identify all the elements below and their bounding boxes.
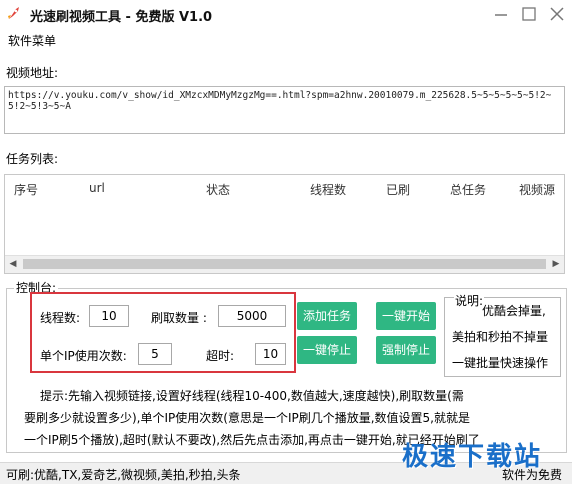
count-input[interactable]: 5000 xyxy=(218,305,286,327)
title-bar: 光速刷视频工具 - 免费版 V1.0 xyxy=(0,0,572,28)
one-click-start-button[interactable]: 一键开始 xyxy=(376,302,436,330)
hint-line-1: 提示:先输入视频链接,设置好线程(线程10-400,数值越大,速度越快),刷取数… xyxy=(40,389,464,403)
timeout-input[interactable]: 10 xyxy=(255,343,286,365)
per-ip-label: 单个IP使用次数: xyxy=(40,349,127,363)
scroll-right-icon[interactable]: ▶ xyxy=(550,258,562,270)
task-list-table[interactable]: 序号 url 状态 线程数 已刷 总任务 视频源 ◀ ▶ xyxy=(4,174,565,274)
watermark-text: 极速下载站 xyxy=(402,442,543,472)
close-icon[interactable] xyxy=(548,6,566,22)
scroll-thumb[interactable] xyxy=(23,259,546,269)
column-header-done[interactable]: 已刷 xyxy=(386,181,410,198)
force-stop-button[interactable]: 强制停止 xyxy=(376,336,436,364)
add-task-button[interactable]: 添加任务 xyxy=(297,302,357,330)
window-title: 光速刷视频工具 - 免费版 V1.0 xyxy=(30,10,213,25)
scroll-left-icon[interactable]: ◀ xyxy=(7,258,19,270)
menu-software[interactable]: 软件菜单 xyxy=(8,32,56,49)
menu-bar: 软件菜单 xyxy=(0,28,572,50)
timeout-label: 超时: xyxy=(206,349,235,363)
task-list-label: 任务列表: xyxy=(6,152,59,166)
per-ip-input[interactable]: 5 xyxy=(138,343,172,365)
threads-input[interactable]: 10 xyxy=(89,305,129,327)
info-legend: 说明: xyxy=(454,292,485,309)
rocket-icon xyxy=(8,7,19,19)
hint-line-2: 要刷多少就设置多少),单个IP使用次数(意思是一个IP刷几个播放量,数值设置5,… xyxy=(24,411,470,425)
info-line-2: 美拍和秒拍不掉量 xyxy=(452,330,549,344)
column-header-url[interactable]: url xyxy=(89,181,105,195)
video-url-label: 视频地址: xyxy=(6,66,59,80)
threads-label: 线程数: xyxy=(40,311,81,325)
horizontal-scrollbar[interactable]: ◀ ▶ xyxy=(5,255,564,273)
supported-platforms: 可刷:优酷,TX,爱奇艺,微视频,美拍,秒拍,头条 xyxy=(6,468,241,482)
column-header-threads[interactable]: 线程数 xyxy=(310,181,346,198)
watermark-logo: 极速下载站 xyxy=(396,434,564,472)
column-header-index[interactable]: 序号 xyxy=(14,181,38,198)
video-url-input[interactable]: https://v.youku.com/v_show/id_XMzcxMDMyM… xyxy=(4,86,565,134)
minimize-icon[interactable] xyxy=(492,6,510,22)
one-click-stop-button[interactable]: 一键停止 xyxy=(297,336,357,364)
info-line-3: 一键批量快速操作 xyxy=(452,356,549,370)
column-header-status[interactable]: 状态 xyxy=(206,181,230,198)
column-header-source[interactable]: 视频源 xyxy=(519,181,555,198)
count-label: 刷取数量 : xyxy=(151,311,207,325)
maximize-icon[interactable] xyxy=(520,6,538,22)
info-line-1: 优酷会掉量, xyxy=(482,304,546,318)
column-header-total[interactable]: 总任务 xyxy=(450,181,486,198)
